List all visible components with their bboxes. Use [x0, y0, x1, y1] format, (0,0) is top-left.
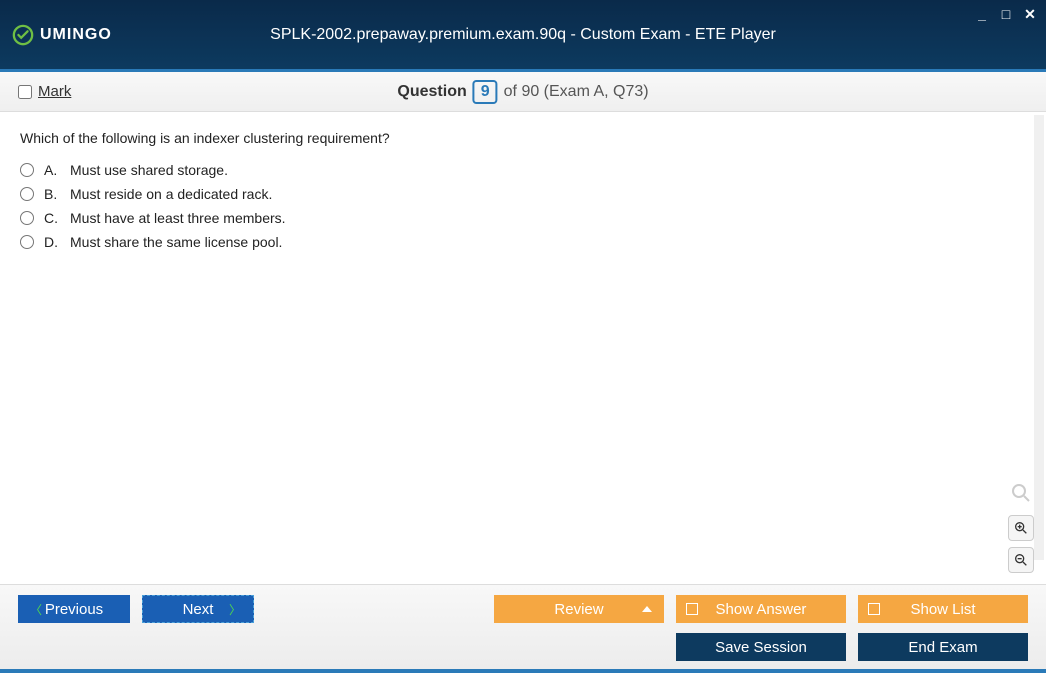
- option-b[interactable]: B. Must reside on a dedicated rack.: [20, 186, 1026, 202]
- option-text: Must have at least three members.: [70, 210, 286, 226]
- footer-row-1: 〈 Previous Next 〉 Review Show Answer Sho…: [18, 595, 1028, 623]
- option-d[interactable]: D. Must share the same license pool.: [20, 234, 1026, 250]
- show-answer-button[interactable]: Show Answer: [676, 595, 846, 623]
- review-button[interactable]: Review: [494, 595, 664, 623]
- previous-button[interactable]: 〈 Previous: [18, 595, 130, 623]
- question-text: Which of the following is an indexer clu…: [20, 130, 1026, 146]
- question-word: Question: [397, 83, 466, 101]
- logo-text: UMINGO: [40, 26, 112, 44]
- next-button[interactable]: Next 〉: [142, 595, 254, 623]
- mark-checkbox-wrap[interactable]: Mark: [18, 83, 71, 100]
- logo-check-icon: [12, 24, 34, 46]
- footer: 〈 Previous Next 〉 Review Show Answer Sho…: [0, 584, 1046, 673]
- options-list: A. Must use shared storage. B. Must resi…: [20, 162, 1026, 250]
- footer-row-2: Save Session End Exam: [18, 633, 1028, 661]
- zoom-in-button[interactable]: [1008, 515, 1034, 541]
- option-a-radio[interactable]: [20, 163, 34, 177]
- question-bar: Mark Question 9 of 90 (Exam A, Q73): [0, 72, 1046, 112]
- option-a[interactable]: A. Must use shared storage.: [20, 162, 1026, 178]
- review-label: Review: [554, 601, 603, 618]
- question-of-text: of 90 (Exam A, Q73): [504, 83, 649, 101]
- titlebar: UMINGO SPLK-2002.prepaway.premium.exam.9…: [0, 0, 1046, 72]
- content-area: Which of the following is an indexer clu…: [0, 112, 1046, 562]
- option-letter: C.: [44, 210, 60, 226]
- checkbox-icon: [686, 603, 698, 615]
- window-controls: _ □ ✕: [974, 6, 1038, 23]
- mark-checkbox[interactable]: [18, 85, 32, 99]
- chevron-right-icon: 〉: [229, 601, 241, 618]
- checkbox-icon: [868, 603, 880, 615]
- option-letter: A.: [44, 162, 60, 178]
- option-c[interactable]: C. Must have at least three members.: [20, 210, 1026, 226]
- question-indicator: Question 9 of 90 (Exam A, Q73): [397, 80, 648, 104]
- previous-label: Previous: [45, 601, 103, 618]
- question-number-input[interactable]: 9: [473, 80, 498, 104]
- option-text: Must use shared storage.: [70, 162, 228, 178]
- minimize-button[interactable]: _: [974, 6, 990, 23]
- show-answer-label: Show Answer: [716, 601, 807, 618]
- scrollbar[interactable]: [1034, 115, 1044, 560]
- option-letter: D.: [44, 234, 60, 250]
- show-list-button[interactable]: Show List: [858, 595, 1028, 623]
- search-icon[interactable]: [1009, 481, 1033, 505]
- logo: UMINGO: [12, 24, 112, 46]
- end-exam-label: End Exam: [908, 639, 977, 656]
- option-d-radio[interactable]: [20, 235, 34, 249]
- option-c-radio[interactable]: [20, 211, 34, 225]
- zoom-out-icon: [1013, 552, 1029, 568]
- chevron-left-icon: 〈: [30, 601, 42, 618]
- zoom-tools: [1008, 481, 1034, 573]
- maximize-button[interactable]: □: [998, 6, 1014, 23]
- show-list-label: Show List: [910, 601, 975, 618]
- option-text: Must share the same license pool.: [70, 234, 282, 250]
- close-button[interactable]: ✕: [1022, 6, 1038, 23]
- mark-label: Mark: [38, 83, 71, 100]
- option-b-radio[interactable]: [20, 187, 34, 201]
- option-letter: B.: [44, 186, 60, 202]
- save-session-label: Save Session: [715, 639, 807, 656]
- end-exam-button[interactable]: End Exam: [858, 633, 1028, 661]
- next-label: Next: [183, 601, 214, 618]
- zoom-in-icon: [1013, 520, 1029, 536]
- zoom-out-button[interactable]: [1008, 547, 1034, 573]
- triangle-up-icon: [642, 606, 652, 612]
- option-text: Must reside on a dedicated rack.: [70, 186, 272, 202]
- window-title: SPLK-2002.prepaway.premium.exam.90q - Cu…: [270, 26, 776, 44]
- save-session-button[interactable]: Save Session: [676, 633, 846, 661]
